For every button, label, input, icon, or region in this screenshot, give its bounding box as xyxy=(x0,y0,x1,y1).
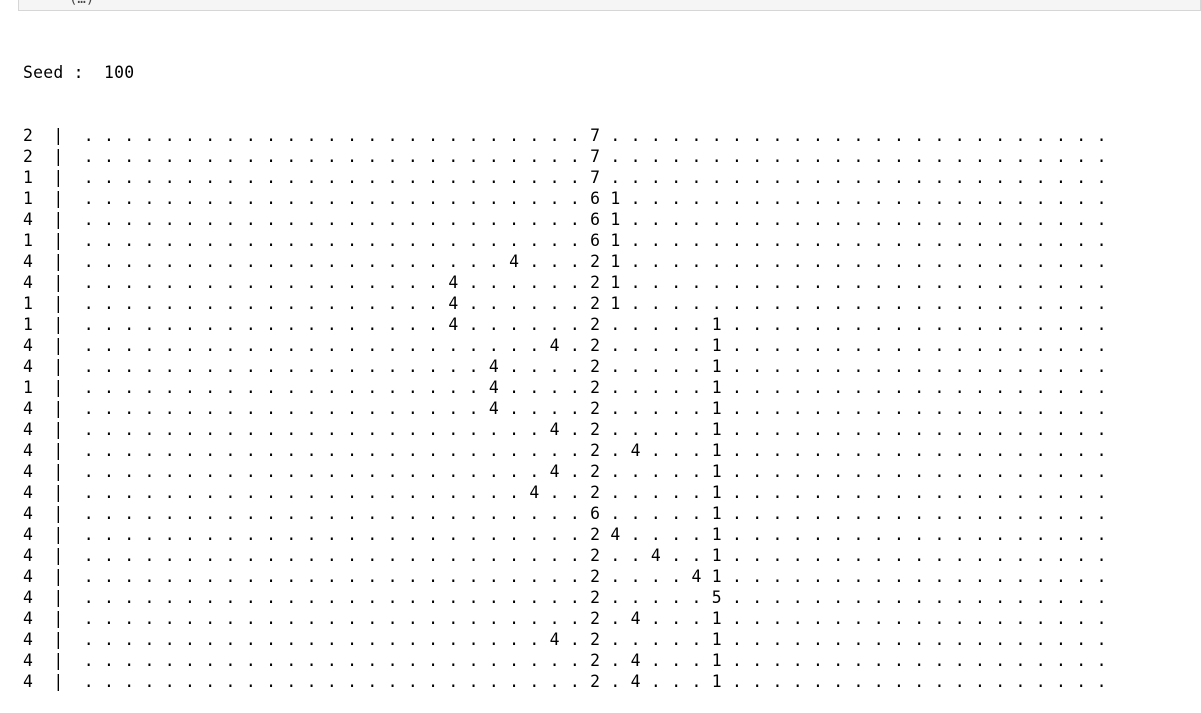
grid-row: 4 | . . . . . . . . . . . . . . . . . . … xyxy=(23,567,1107,586)
grid-row: 2 | . . . . . . . . . . . . . . . . . . … xyxy=(23,126,1107,145)
previous-cell-text: (…) xyxy=(69,0,94,6)
grid-row: 4 | . . . . . . . . . . . . . . . . . . … xyxy=(23,420,1107,439)
grid-row: 1 | . . . . . . . . . . . . . . . . . . … xyxy=(23,294,1107,313)
grid-row: 4 | . . . . . . . . . . . . . . . . . . … xyxy=(23,504,1107,523)
grid-row: 4 | . . . . . . . . . . . . . . . . . . … xyxy=(23,336,1107,355)
grid-row: 4 | . . . . . . . . . . . . . . . . . . … xyxy=(23,525,1107,544)
grid-row: 1 | . . . . . . . . . . . . . . . . . . … xyxy=(23,378,1107,397)
grid-row: 4 | . . . . . . . . . . . . . . . . . . … xyxy=(23,252,1107,271)
grid-row: 2 | . . . . . . . . . . . . . . . . . . … xyxy=(23,147,1107,166)
grid-row: 4 | . . . . . . . . . . . . . . . . . . … xyxy=(23,483,1107,502)
grid-row: 4 | . . . . . . . . . . . . . . . . . . … xyxy=(23,273,1107,292)
grid-row: 4 | . . . . . . . . . . . . . . . . . . … xyxy=(23,588,1107,607)
grid-row: 4 | . . . . . . . . . . . . . . . . . . … xyxy=(23,462,1107,481)
grid-row: 4 | . . . . . . . . . . . . . . . . . . … xyxy=(23,357,1107,376)
grid-row: 4 | . . . . . . . . . . . . . . . . . . … xyxy=(23,651,1107,670)
grid-row: 1 | . . . . . . . . . . . . . . . . . . … xyxy=(23,315,1107,334)
grid-row: 4 | . . . . . . . . . . . . . . . . . . … xyxy=(23,609,1107,628)
seed-value: 100 xyxy=(104,63,135,82)
seed-label: Seed : xyxy=(23,63,84,82)
grid-row: 1 | . . . . . . . . . . . . . . . . . . … xyxy=(23,231,1107,250)
cell-output: Seed : 100 2 | . . . . . . . . . . . . .… xyxy=(23,20,1107,713)
seed-line: Seed : 100 xyxy=(23,62,1107,83)
grid-rows: 2 | . . . . . . . . . . . . . . . . . . … xyxy=(23,125,1107,692)
grid-row: 4 | . . . . . . . . . . . . . . . . . . … xyxy=(23,672,1107,691)
grid-row: 1 | . . . . . . . . . . . . . . . . . . … xyxy=(23,189,1107,208)
previous-cell-output-strip: (…) xyxy=(18,0,1201,11)
grid-row: 4 | . . . . . . . . . . . . . . . . . . … xyxy=(23,630,1107,649)
grid-row: 4 | . . . . . . . . . . . . . . . . . . … xyxy=(23,441,1107,460)
grid-row: 1 | . . . . . . . . . . . . . . . . . . … xyxy=(23,168,1107,187)
grid-row: 4 | . . . . . . . . . . . . . . . . . . … xyxy=(23,399,1107,418)
grid-row: 4 | . . . . . . . . . . . . . . . . . . … xyxy=(23,210,1107,229)
grid-row: 4 | . . . . . . . . . . . . . . . . . . … xyxy=(23,546,1107,565)
